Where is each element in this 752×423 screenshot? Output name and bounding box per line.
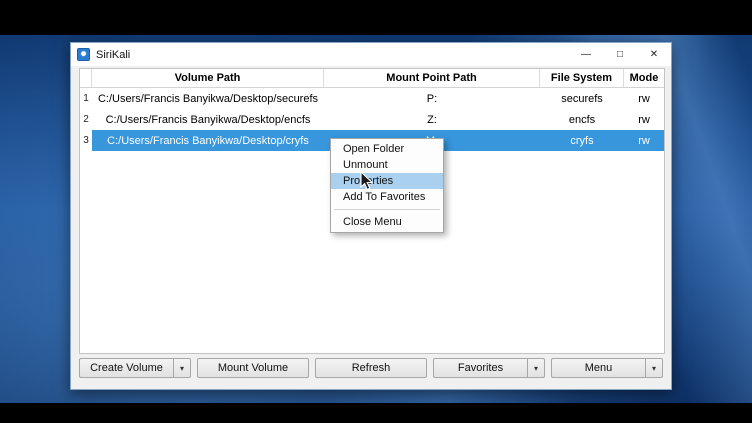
maximize-icon[interactable]: □ [603, 43, 637, 66]
desktop-background: SiriKali — □ ✕ Volume Path Mount Point P… [0, 35, 752, 403]
dropdown-arrow-icon[interactable]: ▾ [527, 359, 544, 377]
table-row[interactable]: 2 C:/Users/Francis Banyikwa/Desktop/encf… [80, 109, 664, 130]
table-header-row: Volume Path Mount Point Path File System… [80, 69, 664, 88]
window-controls: — □ ✕ [569, 43, 671, 66]
window-title: SiriKali [96, 49, 130, 61]
menu-label: Menu [552, 359, 645, 377]
menu-item-open-folder[interactable]: Open Folder [331, 141, 443, 157]
toolbar: Create Volume ▾ Mount Volume Refresh Fav… [79, 358, 663, 378]
refresh-label: Refresh [316, 359, 426, 377]
create-volume-label: Create Volume [80, 359, 173, 377]
create-volume-button[interactable]: Create Volume ▾ [79, 358, 191, 378]
menu-item-add-to-favorites[interactable]: Add To Favorites [331, 189, 443, 205]
menu-separator [334, 209, 440, 210]
menu-item-unmount[interactable]: Unmount [331, 157, 443, 173]
minimize-icon[interactable]: — [569, 43, 603, 66]
header-corner-cell [80, 69, 92, 87]
file-system-cell: securefs [540, 88, 624, 109]
row-number-cell: 3 [80, 130, 92, 151]
context-menu: Open Folder Unmount Properties Add To Fa… [330, 138, 444, 233]
volume-path-cell: C:/Users/Francis Banyikwa/Desktop/encfs [92, 109, 324, 130]
table-row[interactable]: 1 C:/Users/Francis Banyikwa/Desktop/secu… [80, 88, 664, 109]
favorites-button[interactable]: Favorites ▾ [433, 358, 545, 378]
menu-item-properties[interactable]: Properties [331, 173, 443, 189]
mode-cell: rw [624, 130, 664, 151]
title-bar[interactable]: SiriKali — □ ✕ [71, 43, 671, 66]
menu-button[interactable]: Menu ▾ [551, 358, 663, 378]
letterbox-bottom [0, 403, 752, 423]
file-system-cell: encfs [540, 109, 624, 130]
app-icon [77, 48, 90, 61]
header-file-system[interactable]: File System [540, 69, 624, 87]
header-mode[interactable]: Mode [624, 69, 664, 87]
favorites-label: Favorites [434, 359, 527, 377]
volume-path-cell: C:/Users/Francis Banyikwa/Desktop/cryfs [92, 130, 324, 151]
dropdown-arrow-icon[interactable]: ▾ [645, 359, 662, 377]
close-icon[interactable]: ✕ [637, 43, 671, 66]
menu-item-close-menu[interactable]: Close Menu [331, 214, 443, 230]
mount-volume-button[interactable]: Mount Volume [197, 358, 309, 378]
mount-volume-label: Mount Volume [198, 359, 308, 377]
mount-point-cell: Z: [324, 109, 540, 130]
row-number-cell: 1 [80, 88, 92, 109]
file-system-cell: cryfs [540, 130, 624, 151]
screen: SiriKali — □ ✕ Volume Path Mount Point P… [0, 0, 752, 423]
refresh-button[interactable]: Refresh [315, 358, 427, 378]
mode-cell: rw [624, 88, 664, 109]
letterbox-top [0, 0, 752, 35]
header-volume-path[interactable]: Volume Path [92, 69, 324, 87]
mode-cell: rw [624, 109, 664, 130]
row-number-cell: 2 [80, 109, 92, 130]
mount-point-cell: P: [324, 88, 540, 109]
volume-path-cell: C:/Users/Francis Banyikwa/Desktop/secure… [92, 88, 324, 109]
header-mount-point-path[interactable]: Mount Point Path [324, 69, 540, 87]
mouse-cursor-icon [360, 171, 374, 191]
dropdown-arrow-icon[interactable]: ▾ [173, 359, 190, 377]
